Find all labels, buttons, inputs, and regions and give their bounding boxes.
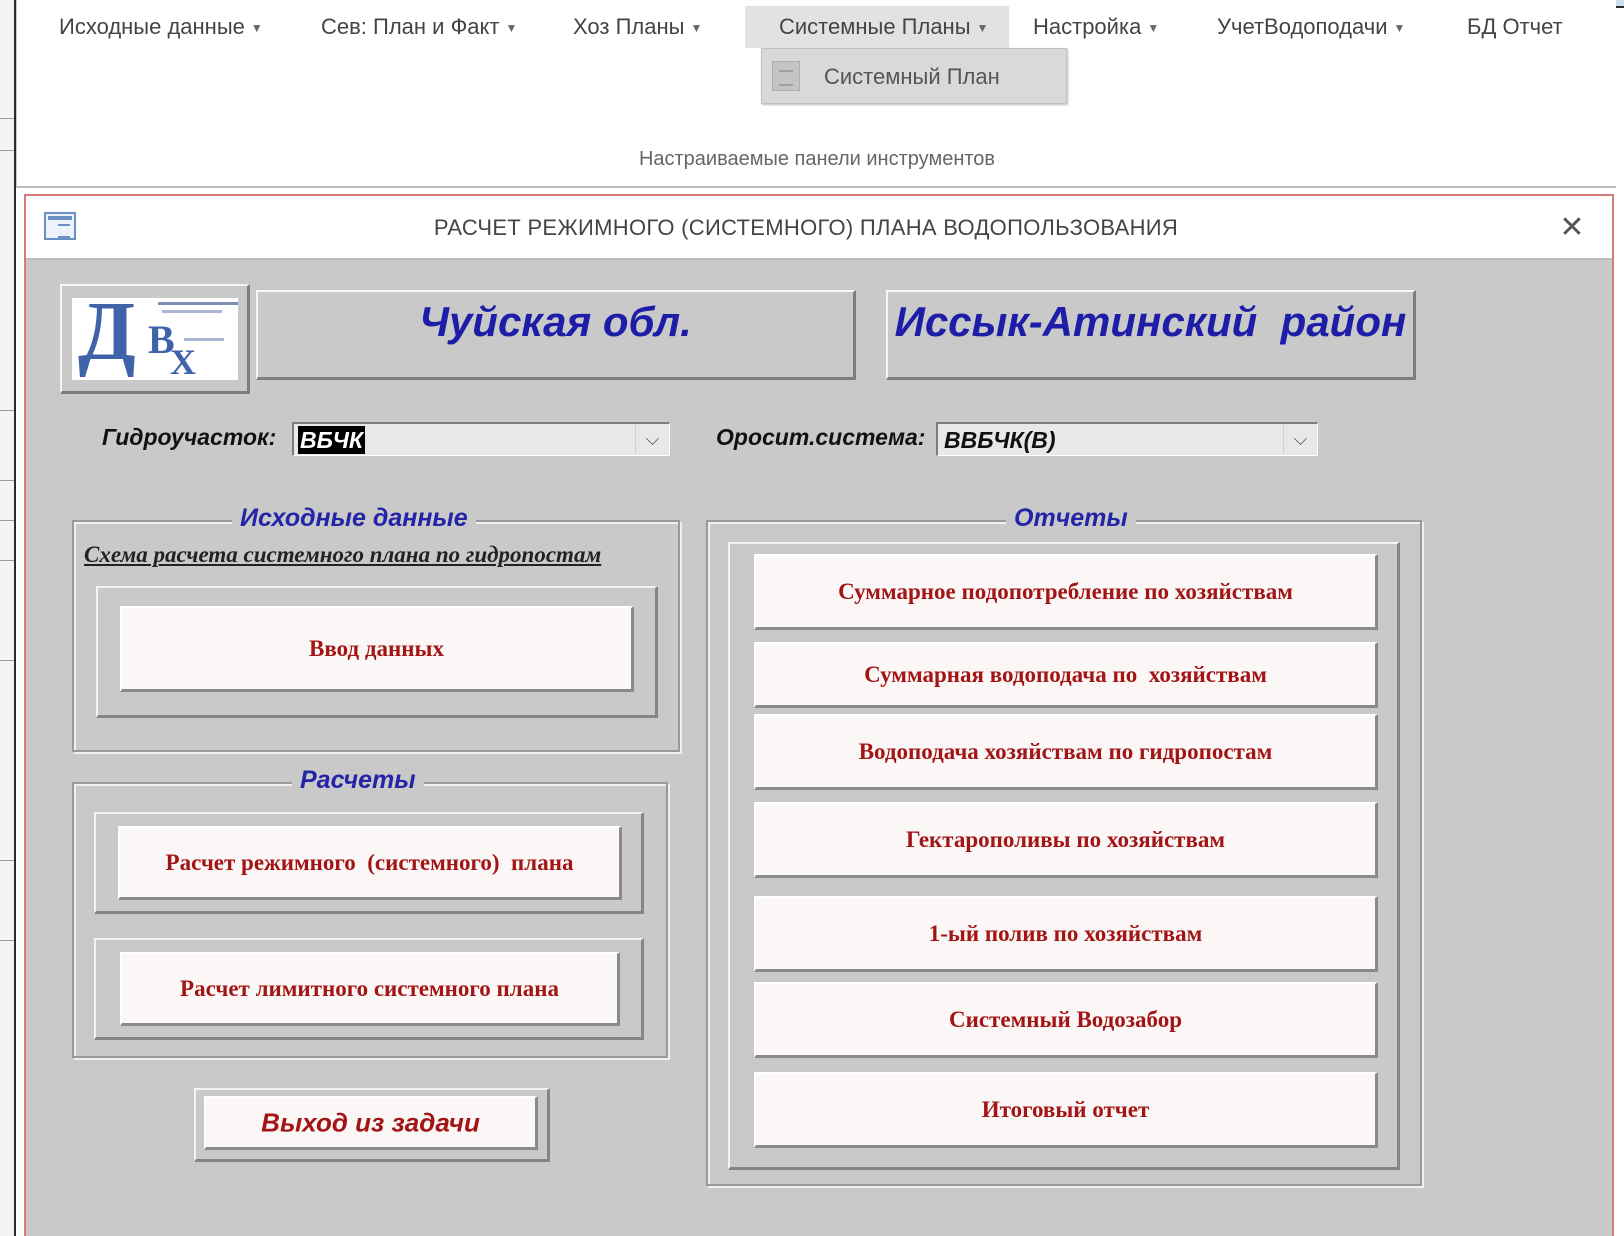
irrigation-system-label: Оросит.система:	[716, 424, 926, 450]
hydro-section-label: Гидроучасток:	[102, 424, 277, 450]
menu-bar: Исходные данные ▼ Сев: План и Факт ▼ Хоз П…	[17, 6, 1617, 48]
logo-frame: Д В Х	[60, 284, 250, 394]
exit-button[interactable]: Выход из задачи	[204, 1096, 538, 1150]
menu-label: Сев: План и Факт	[321, 14, 500, 39]
caret-down-icon: ▼	[250, 21, 263, 36]
district-box: Иссык-Атинский район	[886, 290, 1416, 380]
limit-plan-button[interactable]: Расчет лимитного системного плана	[120, 952, 620, 1026]
button-label: Суммарная водоподача по хозяйствам	[864, 661, 1267, 687]
irrigation-system-combo[interactable]: ВВБЧК(В) ⌵	[936, 422, 1318, 456]
button-label: Расчет режимного (системного) плана	[165, 849, 574, 875]
divider	[0, 520, 14, 521]
calculations-legend: Расчеты	[292, 766, 424, 795]
report-consumption-button[interactable]: Суммарное подопотребление по хозяйствам	[754, 554, 1378, 630]
button-label: Водоподача хозяйствам по гидропостам	[858, 738, 1273, 764]
scheme-link[interactable]: Схема расчета системного плана по гидроп…	[84, 542, 601, 568]
hydro-section-combo[interactable]: ВБЧК ⌵	[292, 422, 670, 456]
report-supply-by-post-button[interactable]: Водоподача хозяйствам по гидропостам	[754, 714, 1378, 790]
district-title: Иссык-Атинский район	[894, 298, 1407, 345]
irrigation-system-value[interactable]: ВВБЧК(В)	[942, 426, 1058, 454]
logo-line	[184, 338, 224, 341]
menu-db-reports[interactable]: БД Отчет	[1453, 6, 1577, 48]
form-icon	[772, 61, 800, 91]
report-water-supply-button[interactable]: Суммарная водоподача по хозяйствам	[754, 642, 1378, 708]
caret-down-icon: ▼	[690, 21, 703, 36]
button-label: Гектарополивы по хозяйствам	[905, 826, 1226, 852]
button-label: 1-ый полив по хозяйствам	[928, 920, 1203, 946]
button-label: Ввод данных	[309, 635, 444, 661]
region-title: Чуйская обл.	[419, 298, 692, 345]
button-label: Расчет лимитного системного плана	[180, 975, 559, 1001]
ribbon: Исходные данные ▼ Сев: План и Факт ▼ Хоз П…	[16, 0, 1616, 188]
ribbon-group-caption: Настраиваемые панели инструментов	[638, 148, 996, 170]
chevron-down-icon[interactable]: ⌵	[635, 424, 669, 454]
divider	[0, 150, 14, 151]
button-label: Суммарное подопотребление по хозяйствам	[838, 578, 1293, 604]
menu-label: Настройка	[1033, 14, 1142, 39]
mode-plan-button[interactable]: Расчет режимного (системного) плана	[118, 826, 622, 900]
menu-system-plans[interactable]: Системные Планы ▼	[745, 6, 1009, 48]
input-data-button[interactable]: Ввод данных	[120, 606, 634, 692]
dropdown-system-plan[interactable]: Системный План	[761, 48, 1067, 104]
reports-legend: Отчеты	[1006, 504, 1136, 533]
report-system-intake-button[interactable]: Системный Водозабор	[754, 982, 1378, 1058]
report-hectare-irrigation-button[interactable]: Гектарополивы по хозяйствам	[754, 802, 1378, 878]
logo-letter-d: Д	[78, 285, 136, 378]
menu-source-data[interactable]: Исходные данные ▼	[45, 6, 277, 48]
department-logo: Д В Х	[72, 290, 238, 382]
divider	[0, 410, 14, 411]
divider	[0, 860, 14, 861]
background-window-edge	[0, 0, 16, 1236]
divider	[0, 940, 14, 941]
logo-letter-x: Х	[170, 342, 196, 382]
report-final-button[interactable]: Итоговый отчет	[754, 1072, 1378, 1148]
region-box: Чуйская обл.	[256, 290, 856, 380]
report-first-irrigation-button[interactable]: 1-ый полив по хозяйствам	[754, 896, 1378, 972]
logo-line	[162, 310, 222, 313]
system-plan-form: РАСЧЕТ РЕЖИМНОГО (СИСТЕМНОГО) ПЛАНА ВОДО…	[24, 194, 1614, 1236]
menu-water-accounting[interactable]: УчетВодоподачи ▼	[1203, 6, 1419, 48]
divider	[0, 560, 14, 561]
menu-label: БД Отчет	[1467, 14, 1563, 39]
form-title: РАСЧЕТ РЕЖИМНОГО (СИСТЕМНОГО) ПЛАНА ВОДО…	[433, 215, 1179, 240]
menu-settings[interactable]: Настройка ▼	[1019, 6, 1173, 48]
dropdown-item-label: Системный План	[824, 64, 1000, 89]
menu-label: Системные Планы	[779, 14, 971, 39]
button-label: Выход из задачи	[261, 1107, 480, 1137]
form-titlebar: РАСЧЕТ РЕЖИМНОГО (СИСТЕМНОГО) ПЛАНА ВОДО…	[26, 196, 1612, 260]
caret-down-icon: ▼	[976, 21, 989, 36]
source-data-legend: Исходные данные	[232, 504, 476, 533]
divider	[0, 480, 14, 481]
caret-down-icon: ▼	[1147, 21, 1160, 36]
hydro-section-value[interactable]: ВБЧК	[298, 426, 366, 454]
caret-down-icon: ▼	[505, 21, 518, 36]
close-icon[interactable]: ✕	[1550, 206, 1594, 250]
menu-label: УчетВодоподачи	[1217, 14, 1388, 39]
logo-line	[158, 302, 238, 305]
divider	[0, 660, 14, 661]
divider	[0, 118, 14, 119]
menu-label: Исходные данные	[59, 14, 245, 39]
menu-label: Хоз Планы	[573, 14, 685, 39]
button-label: Системный Водозабор	[949, 1006, 1182, 1032]
caret-down-icon: ▼	[1393, 21, 1406, 36]
button-label: Итоговый отчет	[981, 1096, 1150, 1122]
chevron-down-icon[interactable]: ⌵	[1283, 424, 1317, 454]
menu-sowing-plan-fact[interactable]: Сев: План и Факт ▼	[307, 6, 531, 48]
menu-farm-plans[interactable]: Хоз Планы ▼	[559, 6, 716, 48]
